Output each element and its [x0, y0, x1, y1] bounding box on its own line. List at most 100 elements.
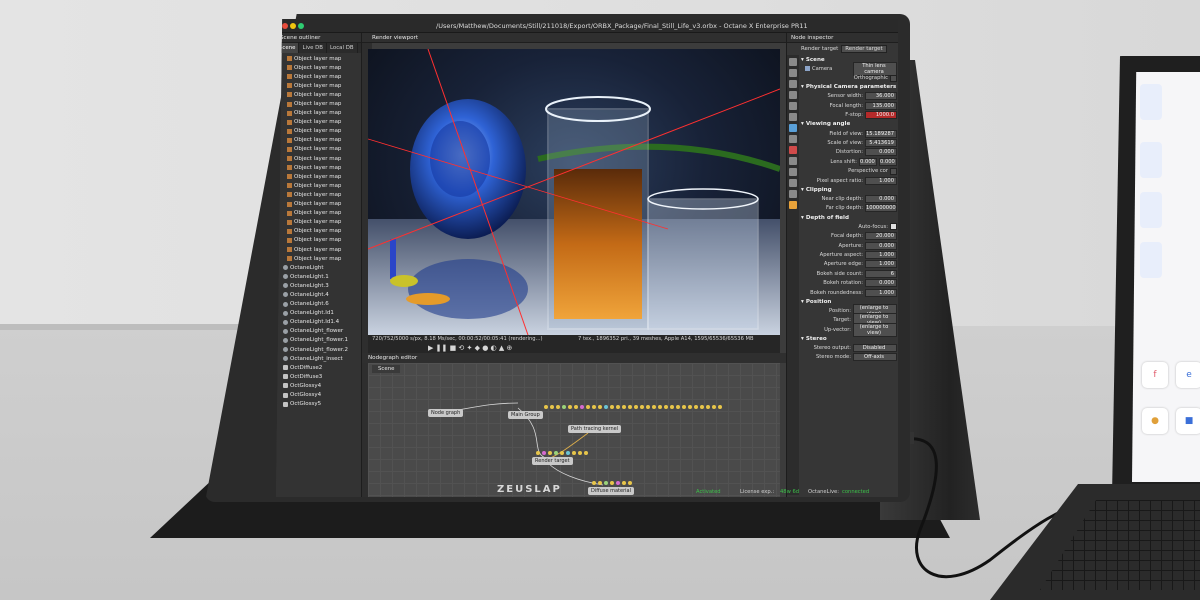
aperture-field[interactable]: 0.000	[865, 241, 897, 250]
outliner-item[interactable]: Object layer map	[279, 81, 358, 90]
render-controls-icon[interactable]: ▶ ❚❚ ■ ⟲ ✦ ◆ ● ◐ ▲ ⊕	[428, 344, 512, 352]
scale-field[interactable]: 5.413619	[865, 139, 897, 148]
focal-length-field[interactable]: 135.000	[865, 101, 897, 110]
outliner-item[interactable]: Object layer map	[279, 90, 358, 99]
aperture-aspect-field[interactable]: 1.000	[865, 250, 897, 259]
outliner-item[interactable]: OctaneLight.4	[279, 290, 358, 299]
lens-shift-x-field[interactable]: 0.000	[859, 157, 877, 166]
node-graph-node[interactable]: Node graph	[428, 409, 464, 417]
stereo-mode-select[interactable]: Off-axis	[853, 353, 897, 362]
distortion-field[interactable]: 0.000	[865, 148, 897, 157]
outliner-item[interactable]: OctaneLight_flower	[279, 327, 358, 336]
outliner-item[interactable]: Object layer map	[279, 181, 358, 190]
outliner-item[interactable]: Object layer map	[279, 127, 358, 136]
outliner-item[interactable]: Object layer map	[279, 136, 358, 145]
outliner-item[interactable]: Object layer map	[279, 254, 358, 263]
outliner-item[interactable]: OctDiffuse3	[279, 372, 358, 381]
outliner-item[interactable]: Object layer map	[279, 154, 358, 163]
lens-shift-y-field[interactable]: 0.000	[879, 157, 897, 166]
outliner-item[interactable]: OctGlossy4	[279, 390, 358, 399]
imager-icon[interactable]	[789, 102, 797, 110]
orthographic-checkbox[interactable]	[890, 74, 897, 82]
diffuse-material-node[interactable]: Diffuse material	[588, 487, 634, 495]
texture-icon[interactable]	[789, 168, 797, 176]
environment-icon[interactable]	[789, 80, 797, 88]
section-viewing-angle-label: Viewing angle	[805, 121, 851, 128]
outliner-item[interactable]: Object layer map	[279, 172, 358, 181]
zoom-window-button[interactable]	[298, 23, 304, 29]
outliner-item[interactable]: OctaneLight_insect	[279, 354, 358, 363]
outliner-item[interactable]: OctDiffuse2	[279, 363, 358, 372]
outliner-item[interactable]: Object layer map	[279, 63, 358, 72]
outliner-item[interactable]: Object layer map	[279, 109, 358, 118]
outliner-item[interactable]: Object layer map	[279, 227, 358, 236]
render-target-select[interactable]: Render target	[841, 45, 887, 53]
camera-icon[interactable]	[789, 69, 797, 77]
outliner-item[interactable]: OctGlossy5	[279, 400, 358, 409]
outliner-item-label: Object layer map	[294, 64, 342, 71]
outliner-item[interactable]: Object layer map	[279, 72, 358, 81]
render-viewport[interactable]	[368, 49, 780, 335]
aperture-edge-field[interactable]: 1.000	[865, 260, 897, 269]
pixel-aspect-field[interactable]: 1.000	[865, 176, 897, 185]
autofocus-checkbox[interactable]	[890, 223, 897, 231]
outliner-item[interactable]: OctaneLight.1	[279, 272, 358, 281]
nodegraph-canvas[interactable]: Scene Node graph Main Group Path tracing…	[368, 363, 780, 497]
sun-icon[interactable]	[789, 201, 797, 209]
far-clip-field[interactable]: 100000000	[865, 204, 897, 213]
fstop-field[interactable]: 1000.0	[865, 111, 897, 120]
kernel-icon[interactable]	[789, 91, 797, 99]
sensor-width-field[interactable]: 36.000	[865, 92, 897, 101]
outliner-item[interactable]: OctaneLight.3	[279, 281, 358, 290]
outliner-item[interactable]: OctaneLight.Id1.4	[279, 318, 358, 327]
section-clipping[interactable]: ▾ Clipping	[801, 185, 897, 194]
outliner-item[interactable]: Object layer map	[279, 54, 358, 63]
perspective-checkbox[interactable]	[890, 167, 897, 175]
close-window-button[interactable]	[282, 23, 288, 29]
outliner-item[interactable]: OctaneLight_flower.2	[279, 345, 358, 354]
aov-icon[interactable]	[789, 190, 797, 198]
postprocess-icon[interactable]	[789, 113, 797, 121]
outliner-item[interactable]: Object layer map	[279, 218, 358, 227]
render-layer-icon[interactable]	[789, 179, 797, 187]
bokeh-roundedness-field[interactable]: 1.000	[865, 288, 897, 297]
tab-local-db[interactable]: Local DB	[327, 43, 358, 53]
outliner-item[interactable]: Object layer map	[279, 145, 358, 154]
outliner-item[interactable]: OctaneLight	[279, 263, 358, 272]
globe-icon[interactable]	[789, 124, 797, 132]
bokeh-rotation-field[interactable]: 0.000	[865, 279, 897, 288]
light-icon[interactable]	[789, 146, 797, 154]
fov-field[interactable]: 15.189287	[865, 129, 897, 138]
section-viewing-angle[interactable]: ▾ Viewing angle	[801, 120, 897, 129]
geometry-icon[interactable]	[789, 135, 797, 143]
tab-live-db[interactable]: Live DB	[299, 43, 328, 53]
section-dof[interactable]: ▾ Depth of field	[801, 213, 897, 222]
outliner-item[interactable]: Object layer map	[279, 99, 358, 108]
outliner-item[interactable]: Object layer map	[279, 200, 358, 209]
outliner-item[interactable]: OctaneLight.6	[279, 300, 358, 309]
stereo-mode-row: Stereo mode: Off-axis	[801, 353, 897, 362]
render-target-node[interactable]: Render target	[532, 457, 573, 465]
outliner-item[interactable]: Object layer map	[279, 118, 358, 127]
focal-depth-field[interactable]: 20.000	[865, 232, 897, 241]
scene-icon[interactable]	[789, 58, 797, 66]
near-clip-field[interactable]: 0.000	[865, 194, 897, 203]
minimize-window-button[interactable]	[290, 23, 296, 29]
outliner-item[interactable]: OctaneLight.Id1	[279, 309, 358, 318]
bokeh-count-field[interactable]: 6	[865, 269, 897, 278]
outliner-item-label: OctDiffuse2	[290, 364, 323, 371]
outliner-item[interactable]: OctaneLight_flower.1	[279, 336, 358, 345]
outliner-item[interactable]: Object layer map	[279, 236, 358, 245]
path-tracing-kernel-node[interactable]: Path tracing kernel	[568, 425, 622, 433]
outliner-item[interactable]: Object layer map	[279, 190, 358, 199]
stereo-output-select[interactable]: Disabled	[853, 344, 897, 353]
outliner-item[interactable]: Object layer map	[279, 163, 358, 172]
material-icon[interactable]	[789, 157, 797, 165]
section-physical-camera[interactable]: ▾ Physical Camera parameters	[801, 83, 897, 92]
up-vector-field[interactable]: (enlarge to view)	[853, 322, 897, 337]
section-scene-label: Scene	[805, 56, 825, 63]
outliner-item[interactable]: Object layer map	[279, 209, 358, 218]
main-group-node[interactable]: Main Group	[508, 411, 543, 419]
outliner-item[interactable]: Object layer map	[279, 245, 358, 254]
outliner-item[interactable]: OctGlossy4	[279, 381, 358, 390]
